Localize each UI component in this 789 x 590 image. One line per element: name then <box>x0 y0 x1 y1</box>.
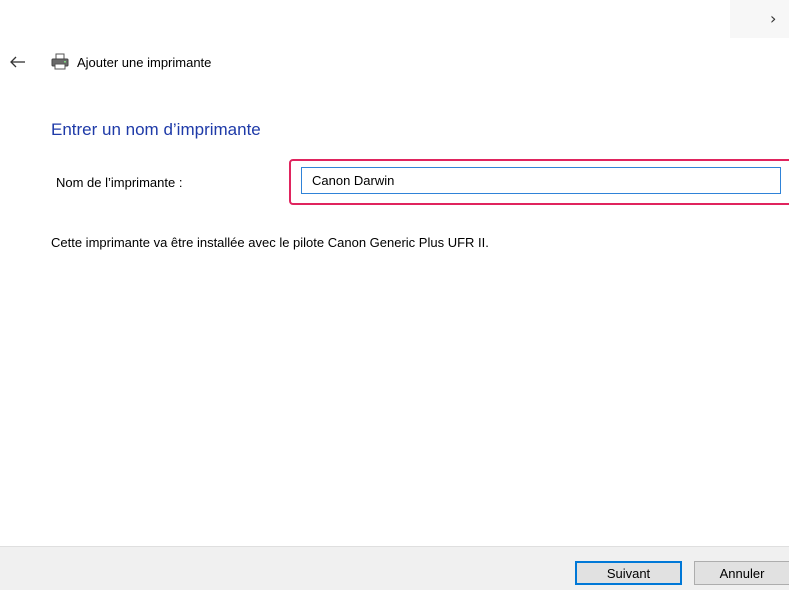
dialog-title: Ajouter une imprimante <box>77 55 212 70</box>
next-button[interactable]: Suivant <box>575 561 682 585</box>
driver-info-text: Cette imprimante va être installée avec … <box>51 235 489 250</box>
cancel-button[interactable]: Annuler <box>694 561 789 585</box>
printer-name-input[interactable] <box>301 167 781 194</box>
close-icon[interactable]: › <box>770 8 789 30</box>
back-arrow-icon[interactable] <box>8 53 28 71</box>
printer-icon <box>51 53 69 70</box>
page-heading: Entrer un nom d’imprimante <box>51 120 261 139</box>
printer-name-label: Nom de l’imprimante : <box>56 175 183 190</box>
